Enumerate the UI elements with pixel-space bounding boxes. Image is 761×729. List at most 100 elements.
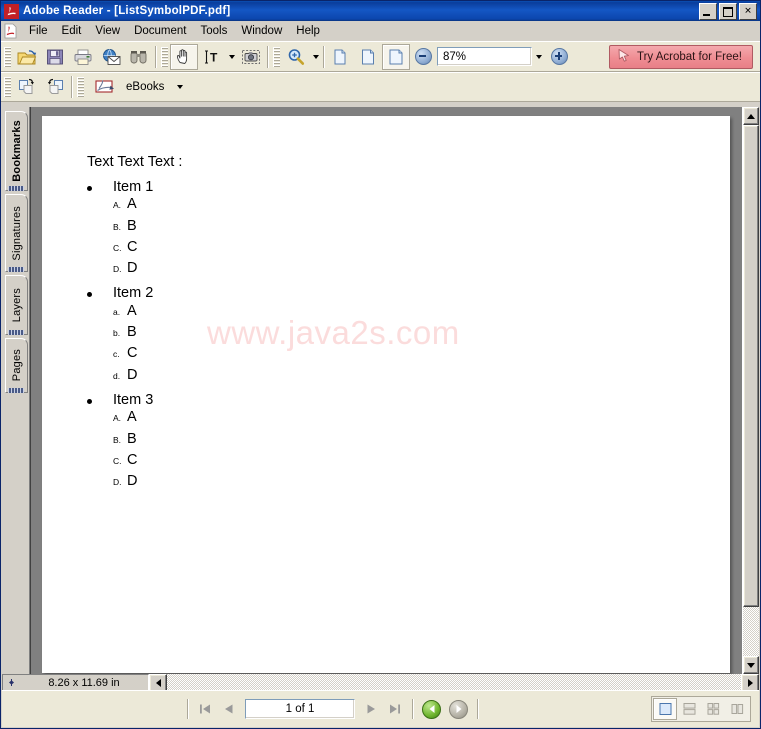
page-size-label: 8.26 x 11.69 in bbox=[48, 676, 120, 689]
continuous-facing-layout[interactable] bbox=[701, 698, 725, 720]
print-button[interactable] bbox=[69, 44, 97, 70]
bullet-icon bbox=[87, 176, 113, 194]
toolbar-grip[interactable] bbox=[4, 46, 11, 67]
zoom-in-button[interactable] bbox=[551, 48, 568, 65]
ebooks-button[interactable]: eBooks bbox=[86, 74, 195, 100]
vertical-scroll-track[interactable] bbox=[743, 125, 759, 656]
menu-item-document[interactable]: Document bbox=[127, 23, 193, 39]
page-nav-separator-right bbox=[412, 699, 413, 719]
cursor-arrow-icon bbox=[616, 48, 632, 66]
secondary-toolbar: eBooks bbox=[1, 72, 760, 102]
sub-list-marker: c. bbox=[113, 349, 120, 360]
navigation-pane-tabs: Bookmarks Signatures Layers Pages bbox=[2, 107, 30, 674]
maximize-button[interactable] bbox=[719, 2, 737, 20]
previous-view-nav-button[interactable] bbox=[422, 699, 441, 719]
sub-list-marker: D. bbox=[113, 264, 122, 275]
page-size-indicator: 8.26 x 11.69 in bbox=[2, 674, 149, 691]
layers-tab-grip bbox=[8, 330, 24, 335]
horizontal-scroll-track[interactable] bbox=[167, 674, 741, 691]
zoom-in-tool[interactable] bbox=[282, 44, 310, 70]
menu-item-tools[interactable]: Tools bbox=[194, 23, 235, 39]
next-page-button[interactable] bbox=[359, 697, 383, 721]
select-text-tool[interactable]: T bbox=[198, 44, 226, 70]
actual-size-button[interactable] bbox=[326, 44, 354, 70]
pdf-page: Text Text Text : Item 1 A. A B. B C. C D… bbox=[42, 116, 730, 673]
view-history-group bbox=[13, 73, 69, 101]
sub-list-text: C bbox=[127, 345, 138, 362]
email-button[interactable] bbox=[97, 44, 125, 70]
ebooks-icon bbox=[94, 77, 116, 98]
ebooks-chevron-down-icon[interactable] bbox=[174, 75, 185, 99]
fit-page-button[interactable] bbox=[354, 44, 382, 70]
first-page-button[interactable] bbox=[193, 697, 217, 721]
try-acrobat-button[interactable]: Try Acrobat for Free! bbox=[608, 44, 753, 69]
list-item: Item 1 bbox=[87, 176, 487, 197]
sub-list-marker: C. bbox=[113, 242, 122, 253]
select-tool-chevron-down-icon[interactable] bbox=[226, 45, 237, 69]
zoom-out-button[interactable] bbox=[415, 48, 432, 65]
previous-view-button[interactable] bbox=[13, 74, 41, 100]
document-bottom-strip: 8.26 x 11.69 in bbox=[2, 674, 759, 692]
previous-page-button[interactable] bbox=[217, 697, 241, 721]
tools-grip[interactable] bbox=[161, 46, 168, 67]
sub-list-marker: D. bbox=[113, 477, 122, 488]
zoom-level-input[interactable]: 87% bbox=[437, 47, 532, 66]
sidebar-tab-pages[interactable]: Pages bbox=[5, 338, 28, 393]
menu-item-file[interactable]: File bbox=[22, 23, 55, 39]
close-button[interactable]: ✕ bbox=[739, 2, 757, 20]
open-button[interactable] bbox=[13, 44, 41, 70]
pdf-page-content: Text Text Text : Item 1 A. A B. B C. C D… bbox=[42, 116, 730, 673]
vertical-scroll-thumb[interactable] bbox=[743, 125, 759, 607]
search-button[interactable] bbox=[125, 44, 153, 70]
sidebar-tab-layers[interactable]: Layers bbox=[5, 275, 28, 335]
nav-toolbar-grip[interactable] bbox=[4, 77, 11, 97]
menu-item-edit[interactable]: Edit bbox=[55, 23, 89, 39]
sub-list-marker: B. bbox=[113, 221, 122, 232]
menu-item-help[interactable]: Help bbox=[289, 23, 327, 39]
sidebar-tab-signatures-label: Signatures bbox=[10, 205, 23, 261]
next-view-button[interactable] bbox=[41, 74, 69, 100]
page-number-input[interactable]: 1 of 1 bbox=[245, 699, 355, 719]
ebooks-grip[interactable] bbox=[77, 77, 84, 97]
menu-item-window[interactable]: Window bbox=[234, 23, 289, 39]
sidebar-tab-signatures[interactable]: Signatures bbox=[5, 194, 28, 272]
sub-list-marker: A. bbox=[113, 413, 122, 424]
snapshot-tool[interactable] bbox=[237, 44, 265, 70]
next-view-nav-button[interactable] bbox=[449, 699, 468, 719]
list-item-label: Item 3 bbox=[113, 391, 154, 408]
page-nav-separator-left bbox=[187, 699, 188, 719]
sub-list-text: B bbox=[127, 324, 137, 341]
zoom-tool-chevron-down-icon[interactable] bbox=[310, 45, 321, 69]
workspace: Bookmarks Signatures Layers Pages Text T… bbox=[2, 107, 759, 674]
document-viewport[interactable]: Text Text Text : Item 1 A. A B. B C. C D… bbox=[30, 107, 742, 674]
sub-list-text: D bbox=[127, 366, 138, 383]
scroll-up-button[interactable] bbox=[743, 107, 759, 125]
hand-tool[interactable] bbox=[170, 43, 198, 70]
zoom-tool-group bbox=[282, 42, 321, 71]
continuous-layout[interactable] bbox=[677, 698, 701, 720]
sub-list-item: B. B bbox=[87, 432, 487, 453]
secondary-toolbar-separator bbox=[71, 76, 72, 98]
horizontal-scrollbar[interactable] bbox=[149, 674, 759, 692]
zoom-grip[interactable] bbox=[273, 46, 280, 67]
minimize-button[interactable] bbox=[699, 2, 717, 20]
sub-list-marker: C. bbox=[113, 455, 122, 466]
fit-width-button[interactable] bbox=[382, 43, 410, 70]
sidebar-tab-pages-label: Pages bbox=[10, 349, 23, 382]
pane-resize-grip[interactable] bbox=[3, 678, 20, 687]
sub-list-text: C bbox=[127, 238, 138, 255]
ebooks-label: eBooks bbox=[126, 81, 165, 93]
menu-item-view[interactable]: View bbox=[88, 23, 127, 39]
toolbar-separator bbox=[155, 45, 156, 68]
zoom-level-chevron-down-icon[interactable] bbox=[532, 48, 546, 65]
title-bar: Adobe Reader - [ListSymbolPDF.pdf] ✕ bbox=[1, 1, 760, 21]
sub-list-item: C. C bbox=[87, 240, 487, 261]
save-button[interactable] bbox=[41, 44, 69, 70]
single-page-layout[interactable] bbox=[653, 698, 677, 720]
last-page-button[interactable] bbox=[383, 697, 407, 721]
vertical-scrollbar[interactable] bbox=[742, 107, 759, 674]
scroll-down-button[interactable] bbox=[743, 656, 759, 674]
facing-layout[interactable] bbox=[725, 698, 749, 720]
sub-list-item: C. C bbox=[87, 453, 487, 474]
sidebar-tab-bookmarks[interactable]: Bookmarks bbox=[5, 111, 28, 191]
